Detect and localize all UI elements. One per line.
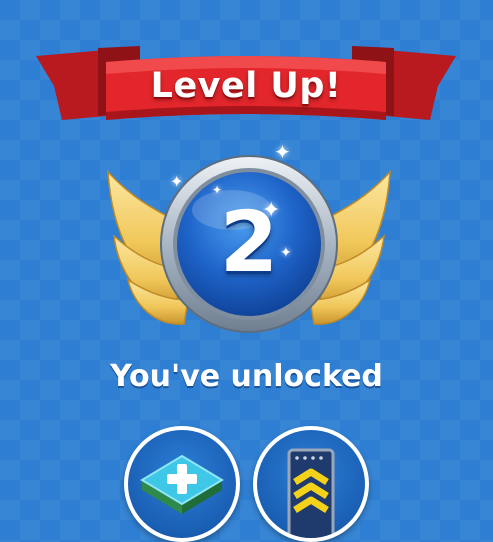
- sparkle-icon: ✦: [212, 183, 223, 197]
- unlock-item-tile[interactable]: [124, 426, 240, 542]
- level-up-screen: Level Up! 2 ✦ ✦ ✦ ✦ ✦ You've unlocked: [0, 0, 493, 542]
- level-up-banner: Level Up!: [36, 40, 456, 130]
- level-badge: 2 ✦ ✦ ✦ ✦ ✦: [104, 140, 394, 340]
- unlock-item-rank[interactable]: [253, 426, 369, 542]
- sparkle-icon: ✦: [262, 198, 281, 223]
- sparkle-icon: ✦: [274, 140, 291, 164]
- unlock-item-rank-frame: [257, 430, 365, 538]
- tile-plus-icon: [140, 454, 224, 514]
- level-number: 2: [219, 193, 279, 291]
- sparkle-icon: ✦: [280, 245, 292, 261]
- unlock-item-tile-frame: [128, 430, 236, 538]
- unlocked-heading: You've unlocked: [110, 359, 383, 394]
- rank-chevrons-icon: [287, 448, 335, 538]
- level-up-title: Level Up!: [150, 66, 342, 106]
- sparkle-icon: ✦: [170, 172, 184, 191]
